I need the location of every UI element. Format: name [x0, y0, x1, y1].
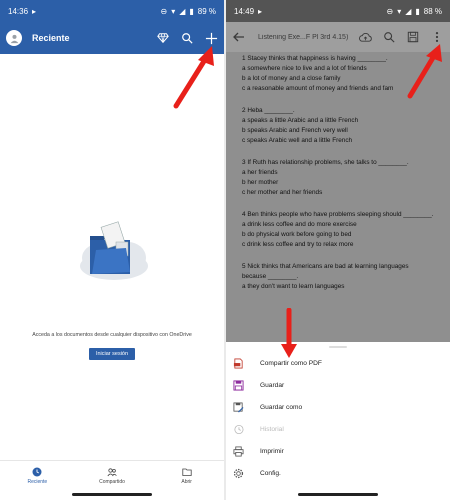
cloud-upload-icon[interactable] — [358, 30, 372, 44]
wifi-icon: ▾ — [171, 6, 176, 16]
question-stem: 3 If Ruth has relationship problems, she… — [242, 159, 409, 166]
question-stem: 1 Stacey thinks that happiness is having… — [242, 55, 388, 62]
search-icon[interactable] — [382, 30, 396, 44]
menu-label: Compartir como PDF — [260, 359, 322, 367]
nav-label: Reciente — [27, 478, 48, 485]
people-icon — [107, 467, 117, 476]
save-icon — [232, 379, 244, 391]
dnd-icon: ⊖ — [160, 6, 168, 16]
menu-item-print[interactable]: Imprimir — [226, 440, 450, 462]
signal-icon: ◢ — [179, 6, 186, 16]
menu-item-save[interactable]: Guardar — [226, 374, 450, 396]
menu-item-save-as[interactable]: Guardar como — [226, 396, 450, 418]
gesture-bar — [226, 490, 450, 500]
status-time: 14:36 — [8, 6, 29, 16]
add-icon[interactable] — [204, 31, 218, 45]
question-option: a somewhere nice to live and a lot of fr… — [242, 65, 367, 72]
history-icon — [232, 423, 244, 435]
question-option: a they don't want to learn languages — [242, 283, 345, 290]
menu-label: Historial — [260, 425, 284, 433]
question-option: c drink less coffee and try to relax mor… — [242, 241, 354, 248]
document-toolbar: Listening Exe...F Pl 3rd 4.15) — [226, 22, 450, 52]
signal-icon: ◢ — [405, 6, 412, 16]
question-stem: 4 Ben thinks people who have problems sl… — [242, 211, 434, 218]
empty-state-message: Acceda a los documentos desde cualquier … — [32, 332, 192, 338]
search-icon[interactable] — [180, 31, 194, 45]
clock-icon — [32, 467, 42, 476]
back-arrow-icon[interactable] — [232, 30, 246, 44]
document-content: 1 Stacey thinks that happiness is having… — [226, 52, 450, 342]
question-option: b her mother — [242, 179, 279, 186]
notification-icon: ▸ — [258, 6, 263, 16]
question-block: 4 Ben thinks people who have problems sl… — [242, 210, 434, 250]
diamond-icon[interactable] — [156, 31, 170, 45]
wifi-icon: ▾ — [397, 6, 402, 16]
question-option: a her friends — [242, 169, 278, 176]
nav-label: Compartido — [99, 478, 125, 485]
settings-icon — [232, 467, 244, 479]
save-as-icon — [232, 401, 244, 413]
status-time: 14:49 — [234, 6, 255, 16]
person-icon — [10, 34, 18, 43]
menu-label: Imprimir — [260, 447, 284, 455]
battery-level: 89 % — [197, 6, 216, 16]
menu-label: Guardar — [260, 381, 285, 389]
overflow-menu-sheet: Compartir como PDF Guardar Guardar como … — [226, 342, 450, 490]
dnd-icon: ⊖ — [386, 6, 394, 16]
question-option: a drink less coffee and do more exercise — [242, 221, 357, 228]
right-screen: 14:49 ▸ ⊖ ▾ ◢ ▮ 88 % Listening Exe...F P… — [226, 0, 450, 500]
notification-icon: ▸ — [32, 6, 37, 16]
left-screen: 14:36 ▸ ⊖ ▾ ◢ ▮ 89 % Reciente Acceda a l… — [0, 0, 224, 500]
nav-item-abrir[interactable]: Abrir — [149, 461, 224, 490]
question-block: 5 Nick thinks that Americans are bad at … — [242, 262, 434, 292]
question-stem: 5 Nick thinks that Americans are bad at … — [242, 263, 409, 280]
save-icon[interactable] — [406, 30, 420, 44]
pdf-icon — [232, 357, 244, 369]
cloud-folder-illustration — [80, 221, 148, 280]
nav-item-reciente[interactable]: Reciente — [0, 461, 75, 490]
menu-item-settings[interactable]: Config. — [226, 462, 450, 484]
nav-item-compartido[interactable]: Compartido — [75, 461, 150, 490]
question-option: c her mother and her friends — [242, 189, 323, 196]
menu-label: Guardar como — [260, 403, 303, 411]
menu-item-share-pdf[interactable]: Compartir como PDF — [226, 352, 450, 374]
battery-level: 88 % — [423, 6, 442, 16]
more-options-icon[interactable] — [430, 30, 444, 44]
question-option: a speaks a little Arabic and a little Fr… — [242, 117, 359, 124]
question-option: c speaks Arabic well and a little French — [242, 137, 353, 144]
question-block: 3 If Ruth has relationship problems, she… — [242, 158, 434, 198]
question-option: c a reasonable amount of money and frien… — [242, 85, 394, 92]
app-header: Reciente — [0, 22, 224, 54]
question-option: b a lot of money and a close family — [242, 75, 341, 82]
sheet-handle[interactable] — [329, 346, 347, 348]
folder-icon — [182, 468, 192, 476]
nav-label: Abrir — [181, 478, 192, 485]
gesture-bar — [0, 490, 224, 500]
menu-item-history: Historial — [226, 418, 450, 440]
bottom-navigation: Reciente Compartido Abrir — [0, 460, 224, 490]
question-stem: 2 Heba ________. — [242, 107, 295, 114]
question-block: 1 Stacey thinks that happiness is having… — [242, 54, 434, 94]
question-block: 2 Heba ________. a speaks a little Arabi… — [242, 106, 434, 146]
recent-empty-state: Acceda a los documentos desde cualquier … — [0, 54, 224, 460]
menu-label: Config. — [260, 469, 281, 477]
page-title: Reciente — [32, 33, 70, 43]
print-icon — [232, 445, 244, 457]
document-title: Listening Exe...F Pl 3rd 4.15) — [258, 33, 348, 41]
question-option: b do physical work before going to bed — [242, 231, 352, 238]
battery-icon: ▮ — [415, 6, 420, 16]
battery-icon: ▮ — [189, 6, 194, 16]
status-bar: 14:36 ▸ ⊖ ▾ ◢ ▮ 89 % — [0, 0, 224, 22]
question-option: b speaks Arabic and French very well — [242, 127, 348, 134]
account-avatar[interactable] — [6, 30, 22, 46]
status-bar: 14:49 ▸ ⊖ ▾ ◢ ▮ 88 % — [226, 0, 450, 22]
signin-button[interactable]: Iniciar sesión — [89, 348, 135, 360]
